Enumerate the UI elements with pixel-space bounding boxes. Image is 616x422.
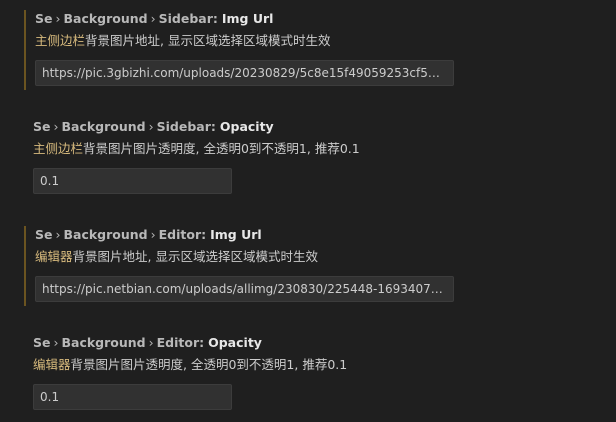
setting-editor-img-url: Se › Background › Editor: Img Url 编辑器背景图片地址,… — [24, 226, 584, 306]
setting-name: Opacity — [219, 119, 274, 134]
setting-sidebar-opacity: Se › Background › Sidebar: Opacity 主侧边栏背景图片图… — [24, 118, 584, 198]
setting-group: Sidebar: — [158, 11, 218, 26]
setting-title: Se › Background › Sidebar: Opacity — [33, 118, 274, 136]
breadcrumb-separator: › — [53, 119, 59, 134]
setting-description-text: 背景图片图片透明度, 全透明0到不透明1, 推荐0.1 — [70, 357, 348, 372]
img-url-input[interactable]: https://pic.netbian.com/uploads/allimg/2… — [35, 276, 454, 302]
setting-group: Editor: — [158, 227, 207, 242]
setting-group: Editor: — [156, 335, 205, 350]
setting-category: Background — [61, 335, 146, 350]
breadcrumb-separator: › — [53, 335, 59, 350]
setting-sidebar-img-url: Se › Background › Sidebar: Img Url 主侧边栏背景图片地… — [24, 10, 584, 90]
setting-description-highlight: 编辑器 — [33, 357, 71, 372]
setting-description-highlight: 编辑器 — [35, 249, 73, 264]
img-url-input[interactable]: https://pic.3gbizhi.com/uploads/20230829… — [35, 60, 454, 86]
setting-title: Se › Background › Editor: Opacity — [33, 334, 262, 352]
setting-description-highlight: 主侧边栏 — [35, 33, 86, 48]
setting-name: Img Url — [221, 11, 274, 26]
setting-description-text: 背景图片地址, 显示区域选择区域模式时生效 — [72, 249, 318, 264]
setting-description-text: 背景图片图片透明度, 全透明0到不透明1, 推荐0.1 — [83, 141, 360, 156]
breadcrumb-separator: › — [55, 11, 61, 26]
breadcrumb-separator: › — [55, 227, 61, 242]
setting-prefix: Se — [33, 335, 51, 350]
breadcrumb-separator: › — [150, 11, 156, 26]
opacity-input[interactable]: 0.1 — [33, 168, 232, 194]
setting-description: 编辑器背景图片图片透明度, 全透明0到不透明1, 推荐0.1 — [33, 356, 347, 374]
setting-category: Background — [63, 227, 148, 242]
setting-description: 主侧边栏背景图片图片透明度, 全透明0到不透明1, 推荐0.1 — [33, 140, 360, 158]
setting-name: Img Url — [210, 227, 262, 242]
setting-editor-opacity: Se › Background › Editor: Opacity 编辑器背景图片图片透… — [24, 334, 584, 414]
setting-name: Opacity — [208, 335, 262, 350]
setting-prefix: Se — [35, 227, 53, 242]
setting-description-highlight: 主侧边栏 — [33, 141, 84, 156]
breadcrumb-separator: › — [150, 227, 156, 242]
opacity-input[interactable]: 0.1 — [33, 384, 232, 410]
setting-description-text: 背景图片地址, 显示区域选择区域模式时生效 — [85, 33, 331, 48]
breadcrumb-separator: › — [148, 119, 154, 134]
setting-category: Background — [61, 119, 146, 134]
setting-description: 主侧边栏背景图片地址, 显示区域选择区域模式时生效 — [35, 32, 330, 50]
setting-title: Se › Background › Sidebar: Img Url — [35, 10, 273, 28]
setting-group: Sidebar: — [156, 119, 216, 134]
setting-description: 编辑器背景图片地址, 显示区域选择区域模式时生效 — [35, 248, 318, 266]
setting-prefix: Se — [35, 11, 53, 26]
breadcrumb-separator: › — [148, 335, 154, 350]
setting-prefix: Se — [33, 119, 51, 134]
setting-category: Background — [63, 11, 148, 26]
setting-title: Se › Background › Editor: Img Url — [35, 226, 262, 244]
